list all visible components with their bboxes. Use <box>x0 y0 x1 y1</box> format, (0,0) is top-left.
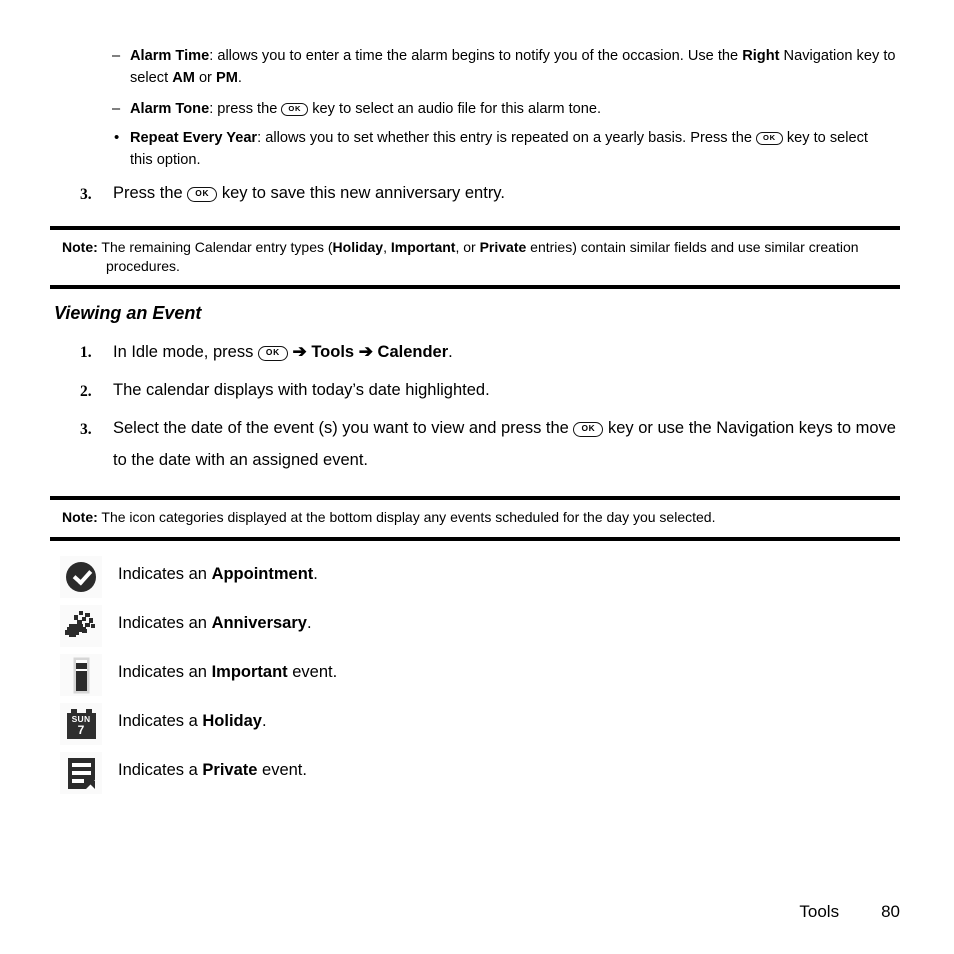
footer-page-number: 80 <box>881 902 900 921</box>
list-item-appointment: Indicates an Appointment. <box>54 556 954 605</box>
private-icon <box>60 752 102 794</box>
term-alarm-tone: Alarm Tone <box>130 101 210 117</box>
holiday-icon-day-number: 7 <box>77 723 85 737</box>
arrow-right-icon: ➔ <box>292 342 307 361</box>
icon-legend-list: Indicates an Appointment. Indicates an A… <box>0 556 954 801</box>
step-text-1: Press the <box>113 184 188 202</box>
step3-text-1: Select the date of the event (s) you wan… <box>113 419 574 437</box>
note-label: Note: <box>62 509 98 525</box>
note-bold-important: Important <box>390 239 456 255</box>
anniversary-text-2: . <box>306 614 312 632</box>
round-bullet-icon: • <box>114 129 120 146</box>
note-body: Note: The icon categories displayed at t… <box>54 508 896 527</box>
alarm-time-text-4: . <box>237 69 242 86</box>
dash-bullet-icon: – <box>112 101 121 117</box>
private-bold: Private <box>202 761 258 779</box>
page-footer: Tools 80 <box>799 902 900 922</box>
legend-label: Indicates an Important event. <box>118 663 337 682</box>
alarm-time-bold-pm: PM <box>215 69 238 86</box>
holiday-text-2: . <box>262 712 267 730</box>
legend-label: Indicates a Holiday. <box>118 712 267 731</box>
step-number: 2. <box>80 383 92 400</box>
footer-section-name: Tools <box>799 902 840 921</box>
legend-label: Indicates an Appointment. <box>118 565 318 584</box>
legend-label: Indicates a Private event. <box>118 761 307 780</box>
step-save-anniversary: 3. Press the OK key to save this new ann… <box>80 178 813 210</box>
note-box-calendar-types: Note: The remaining Calendar entry types… <box>50 226 900 290</box>
ok-key-icon[interactable]: OK <box>187 187 218 202</box>
holiday-icon: SUN 7 <box>60 703 102 745</box>
private-text-2: event. <box>257 761 307 779</box>
important-text-1: Indicates an <box>118 663 212 681</box>
appointment-bold: Appointment <box>211 565 314 583</box>
note-bold-holiday: Holiday <box>332 239 384 255</box>
alarm-tone-text-1: : press the <box>209 101 282 117</box>
ok-key-icon[interactable]: OK <box>756 132 783 146</box>
important-icon <box>60 654 102 696</box>
legend-label: Indicates an Anniversary. <box>118 614 312 633</box>
note-text-4: entries) contain similar fields and use … <box>526 239 859 255</box>
step-text-2: key to save this new anniversary entry. <box>217 184 505 202</box>
important-bold: Important <box>211 663 288 681</box>
note-text-1: The remaining Calendar entry types ( <box>97 239 333 255</box>
menu-calender[interactable]: Calender <box>378 343 449 361</box>
manual-page: – Alarm Time: allows you to enter a time… <box>0 0 954 954</box>
holiday-bold: Holiday <box>202 712 262 730</box>
step-number: 3. <box>80 186 92 203</box>
step1-text-1: In Idle mode, press <box>113 343 258 361</box>
alarm-time-bold-am: AM <box>172 69 195 86</box>
step1-text-2: . <box>448 343 453 361</box>
alarm-time-text-1: : allows you to enter a time the alarm b… <box>209 48 743 64</box>
list-item-holiday: SUN 7 Indicates a Holiday. <box>54 703 954 752</box>
alarm-tone-text-2: key to select an audio file for this ala… <box>308 101 602 117</box>
alarm-time-bold-right: Right <box>742 48 780 64</box>
dash-bullet-icon: – <box>112 48 121 64</box>
appointment-text-1: Indicates an <box>118 565 212 583</box>
appointment-text-2: . <box>313 565 318 583</box>
step-number: 1. <box>80 344 92 361</box>
ok-key-icon[interactable]: OK <box>281 103 309 117</box>
note-label: Note: <box>62 239 98 255</box>
note-body: Note: The remaining Calendar entry types… <box>54 238 896 275</box>
note-box-icon-categories: Note: The icon categories displayed at t… <box>50 496 900 541</box>
anniversary-bold: Anniversary <box>211 614 307 632</box>
repeat-text-1: : allows you to set whether this entry i… <box>257 130 756 146</box>
list-item-private: Indicates a Private event. <box>54 752 954 801</box>
step2-text: The calendar displays with today’s date … <box>113 381 490 399</box>
note-bold-private: Private <box>479 239 527 255</box>
term-alarm-time: Alarm Time <box>130 48 210 64</box>
menu-tools[interactable]: Tools <box>311 343 354 361</box>
step-number: 3. <box>80 421 92 438</box>
arrow-right-icon: ➔ <box>358 342 373 361</box>
list-item-anniversary: Indicates an Anniversary. <box>54 605 954 654</box>
note-continuation: procedures. <box>106 257 180 274</box>
list-item-important: Indicates an Important event. <box>54 654 954 703</box>
anniversary-icon <box>60 605 102 647</box>
note-text-2: , <box>383 239 391 255</box>
alarm-time-text-3: or <box>194 69 216 86</box>
private-text-1: Indicates a <box>118 761 203 779</box>
step-select-date: 3. Select the date of the event (s) you … <box>80 413 900 476</box>
note-text-3: , or <box>455 239 480 255</box>
note-text-1: The icon categories displayed at the bot… <box>97 509 716 525</box>
page-title: Viewing an Event <box>54 303 202 323</box>
list-item-alarm-tone: – Alarm Tone: press the OK key to select… <box>112 99 896 121</box>
ok-key-icon[interactable]: OK <box>257 346 288 361</box>
important-text-2: event. <box>287 663 338 681</box>
step-calendar-displays: 2. The calendar displays with today’s da… <box>80 375 813 407</box>
step-open-calendar: 1. In Idle mode, press OK ➔ Tools ➔ Cale… <box>80 336 813 369</box>
holiday-text-1: Indicates a <box>118 712 203 730</box>
list-item-alarm-time: – Alarm Time: allows you to enter a time… <box>112 46 896 89</box>
anniversary-text-1: Indicates an <box>118 614 212 632</box>
appointment-icon <box>60 556 102 598</box>
term-repeat-every-year: Repeat Every Year <box>130 130 258 146</box>
ok-key-icon[interactable]: OK <box>573 422 604 437</box>
list-item-repeat-every-year: • Repeat Every Year: allows you to set w… <box>114 128 892 171</box>
